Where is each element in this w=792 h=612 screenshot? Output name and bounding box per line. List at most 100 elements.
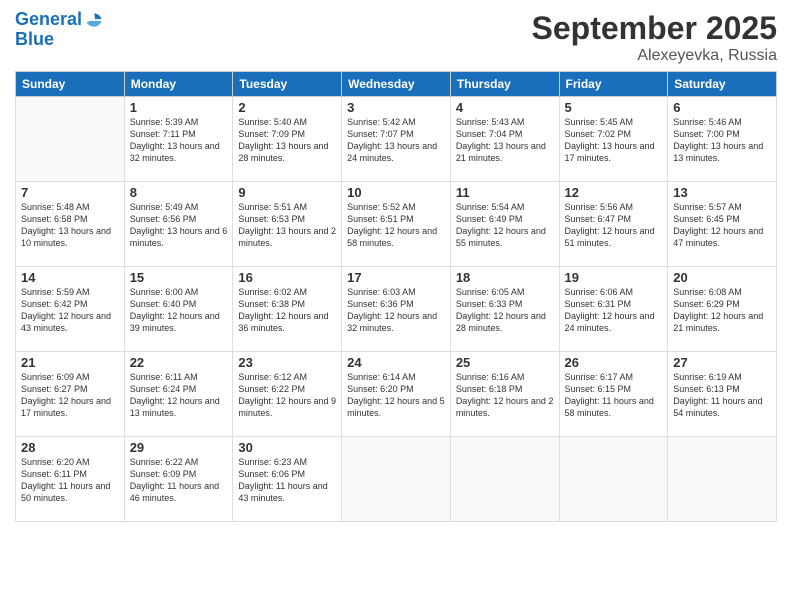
calendar-table: SundayMondayTuesdayWednesdayThursdayFrid… (15, 71, 777, 522)
calendar-cell: 24Sunrise: 6:14 AM Sunset: 6:20 PM Dayli… (342, 352, 451, 437)
day-info: Sunrise: 6:02 AM Sunset: 6:38 PM Dayligh… (238, 286, 336, 335)
day-number: 1 (130, 100, 228, 115)
calendar-cell: 7Sunrise: 5:48 AM Sunset: 6:58 PM Daylig… (16, 182, 125, 267)
calendar-cell: 12Sunrise: 5:56 AM Sunset: 6:47 PM Dayli… (559, 182, 668, 267)
day-info: Sunrise: 6:23 AM Sunset: 6:06 PM Dayligh… (238, 456, 336, 505)
calendar-cell: 15Sunrise: 6:00 AM Sunset: 6:40 PM Dayli… (124, 267, 233, 352)
day-number: 2 (238, 100, 336, 115)
calendar-cell: 30Sunrise: 6:23 AM Sunset: 6:06 PM Dayli… (233, 437, 342, 522)
weekday-header-tuesday: Tuesday (233, 72, 342, 97)
day-number: 4 (456, 100, 554, 115)
day-number: 14 (21, 270, 119, 285)
day-info: Sunrise: 6:08 AM Sunset: 6:29 PM Dayligh… (673, 286, 771, 335)
day-info: Sunrise: 5:51 AM Sunset: 6:53 PM Dayligh… (238, 201, 336, 250)
day-info: Sunrise: 6:12 AM Sunset: 6:22 PM Dayligh… (238, 371, 336, 420)
day-number: 18 (456, 270, 554, 285)
calendar-cell: 16Sunrise: 6:02 AM Sunset: 6:38 PM Dayli… (233, 267, 342, 352)
day-number: 13 (673, 185, 771, 200)
calendar-cell: 13Sunrise: 5:57 AM Sunset: 6:45 PM Dayli… (668, 182, 777, 267)
calendar-week-3: 14Sunrise: 5:59 AM Sunset: 6:42 PM Dayli… (16, 267, 777, 352)
weekday-header-saturday: Saturday (668, 72, 777, 97)
day-number: 11 (456, 185, 554, 200)
day-number: 5 (565, 100, 663, 115)
calendar-cell (342, 437, 451, 522)
calendar-cell: 6Sunrise: 5:46 AM Sunset: 7:00 PM Daylig… (668, 97, 777, 182)
calendar-week-5: 28Sunrise: 6:20 AM Sunset: 6:11 PM Dayli… (16, 437, 777, 522)
day-info: Sunrise: 5:49 AM Sunset: 6:56 PM Dayligh… (130, 201, 228, 250)
calendar-header-row: SundayMondayTuesdayWednesdayThursdayFrid… (16, 72, 777, 97)
day-info: Sunrise: 6:16 AM Sunset: 6:18 PM Dayligh… (456, 371, 554, 420)
day-info: Sunrise: 5:59 AM Sunset: 6:42 PM Dayligh… (21, 286, 119, 335)
day-info: Sunrise: 5:43 AM Sunset: 7:04 PM Dayligh… (456, 116, 554, 165)
calendar-cell: 17Sunrise: 6:03 AM Sunset: 6:36 PM Dayli… (342, 267, 451, 352)
logo-icon (84, 10, 104, 30)
calendar-cell: 2Sunrise: 5:40 AM Sunset: 7:09 PM Daylig… (233, 97, 342, 182)
calendar-week-2: 7Sunrise: 5:48 AM Sunset: 6:58 PM Daylig… (16, 182, 777, 267)
calendar-cell: 22Sunrise: 6:11 AM Sunset: 6:24 PM Dayli… (124, 352, 233, 437)
page-container: General Blue September 2025 Alexeyevka, … (0, 0, 792, 612)
logo-text: General (15, 10, 82, 30)
calendar-cell: 20Sunrise: 6:08 AM Sunset: 6:29 PM Dayli… (668, 267, 777, 352)
day-info: Sunrise: 5:56 AM Sunset: 6:47 PM Dayligh… (565, 201, 663, 250)
calendar-cell: 4Sunrise: 5:43 AM Sunset: 7:04 PM Daylig… (450, 97, 559, 182)
day-number: 7 (21, 185, 119, 200)
calendar-cell: 3Sunrise: 5:42 AM Sunset: 7:07 PM Daylig… (342, 97, 451, 182)
day-info: Sunrise: 6:14 AM Sunset: 6:20 PM Dayligh… (347, 371, 445, 420)
weekday-header-wednesday: Wednesday (342, 72, 451, 97)
calendar-cell (450, 437, 559, 522)
calendar-body: 1Sunrise: 5:39 AM Sunset: 7:11 PM Daylig… (16, 97, 777, 522)
day-info: Sunrise: 5:54 AM Sunset: 6:49 PM Dayligh… (456, 201, 554, 250)
day-info: Sunrise: 6:19 AM Sunset: 6:13 PM Dayligh… (673, 371, 771, 420)
day-info: Sunrise: 5:52 AM Sunset: 6:51 PM Dayligh… (347, 201, 445, 250)
day-number: 10 (347, 185, 445, 200)
calendar-week-1: 1Sunrise: 5:39 AM Sunset: 7:11 PM Daylig… (16, 97, 777, 182)
day-info: Sunrise: 5:45 AM Sunset: 7:02 PM Dayligh… (565, 116, 663, 165)
page-header: General Blue September 2025 Alexeyevka, … (15, 10, 777, 65)
calendar-week-4: 21Sunrise: 6:09 AM Sunset: 6:27 PM Dayli… (16, 352, 777, 437)
day-number: 8 (130, 185, 228, 200)
calendar-cell (16, 97, 125, 182)
day-number: 16 (238, 270, 336, 285)
day-number: 3 (347, 100, 445, 115)
day-info: Sunrise: 6:22 AM Sunset: 6:09 PM Dayligh… (130, 456, 228, 505)
day-info: Sunrise: 6:20 AM Sunset: 6:11 PM Dayligh… (21, 456, 119, 505)
weekday-header-sunday: Sunday (16, 72, 125, 97)
calendar-cell: 21Sunrise: 6:09 AM Sunset: 6:27 PM Dayli… (16, 352, 125, 437)
day-info: Sunrise: 6:06 AM Sunset: 6:31 PM Dayligh… (565, 286, 663, 335)
calendar-cell: 11Sunrise: 5:54 AM Sunset: 6:49 PM Dayli… (450, 182, 559, 267)
day-info: Sunrise: 5:42 AM Sunset: 7:07 PM Dayligh… (347, 116, 445, 165)
day-info: Sunrise: 5:48 AM Sunset: 6:58 PM Dayligh… (21, 201, 119, 250)
weekday-header-thursday: Thursday (450, 72, 559, 97)
calendar-cell: 10Sunrise: 5:52 AM Sunset: 6:51 PM Dayli… (342, 182, 451, 267)
day-number: 12 (565, 185, 663, 200)
day-info: Sunrise: 6:11 AM Sunset: 6:24 PM Dayligh… (130, 371, 228, 420)
day-info: Sunrise: 5:57 AM Sunset: 6:45 PM Dayligh… (673, 201, 771, 250)
calendar-cell: 29Sunrise: 6:22 AM Sunset: 6:09 PM Dayli… (124, 437, 233, 522)
day-number: 17 (347, 270, 445, 285)
calendar-cell: 26Sunrise: 6:17 AM Sunset: 6:15 PM Dayli… (559, 352, 668, 437)
day-number: 20 (673, 270, 771, 285)
weekday-header-monday: Monday (124, 72, 233, 97)
calendar-cell: 18Sunrise: 6:05 AM Sunset: 6:33 PM Dayli… (450, 267, 559, 352)
day-number: 23 (238, 355, 336, 370)
day-info: Sunrise: 5:40 AM Sunset: 7:09 PM Dayligh… (238, 116, 336, 165)
calendar-cell: 5Sunrise: 5:45 AM Sunset: 7:02 PM Daylig… (559, 97, 668, 182)
calendar-cell: 19Sunrise: 6:06 AM Sunset: 6:31 PM Dayli… (559, 267, 668, 352)
day-number: 24 (347, 355, 445, 370)
calendar-cell: 9Sunrise: 5:51 AM Sunset: 6:53 PM Daylig… (233, 182, 342, 267)
day-info: Sunrise: 6:03 AM Sunset: 6:36 PM Dayligh… (347, 286, 445, 335)
day-info: Sunrise: 6:05 AM Sunset: 6:33 PM Dayligh… (456, 286, 554, 335)
calendar-cell: 25Sunrise: 6:16 AM Sunset: 6:18 PM Dayli… (450, 352, 559, 437)
day-number: 29 (130, 440, 228, 455)
day-number: 22 (130, 355, 228, 370)
calendar-cell: 1Sunrise: 5:39 AM Sunset: 7:11 PM Daylig… (124, 97, 233, 182)
calendar-cell: 8Sunrise: 5:49 AM Sunset: 6:56 PM Daylig… (124, 182, 233, 267)
day-number: 15 (130, 270, 228, 285)
calendar-cell: 23Sunrise: 6:12 AM Sunset: 6:22 PM Dayli… (233, 352, 342, 437)
calendar-cell: 27Sunrise: 6:19 AM Sunset: 6:13 PM Dayli… (668, 352, 777, 437)
calendar-cell (668, 437, 777, 522)
day-info: Sunrise: 6:17 AM Sunset: 6:15 PM Dayligh… (565, 371, 663, 420)
day-info: Sunrise: 5:46 AM Sunset: 7:00 PM Dayligh… (673, 116, 771, 165)
day-info: Sunrise: 6:09 AM Sunset: 6:27 PM Dayligh… (21, 371, 119, 420)
day-number: 25 (456, 355, 554, 370)
